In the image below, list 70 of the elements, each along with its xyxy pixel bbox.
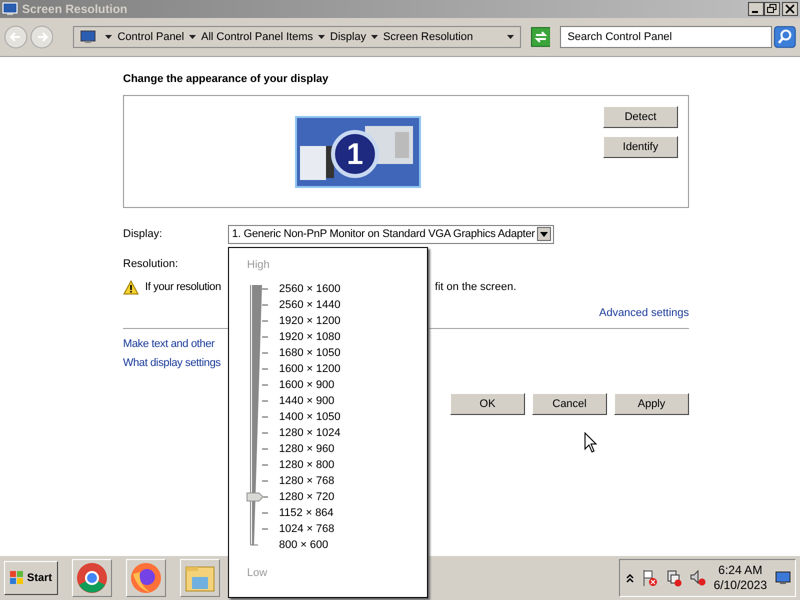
resolution-option[interactable]: 1280 × 960 xyxy=(279,441,340,457)
breadcrumb-item[interactable]: Control Panel xyxy=(117,31,184,43)
caret-icon[interactable] xyxy=(105,35,112,39)
resolution-label: Resolution: xyxy=(123,258,180,270)
caret-icon[interactable] xyxy=(189,35,196,39)
resolution-option[interactable]: 1280 × 768 xyxy=(279,473,340,489)
monitor-drawing[interactable]: 1 xyxy=(295,116,421,188)
monitor-icon xyxy=(80,30,96,44)
display-label: Display: xyxy=(123,228,164,240)
mouse-pointer-icon xyxy=(584,432,597,453)
warning-text: fit on the screen. xyxy=(434,281,516,293)
resolution-option[interactable]: 800 × 600 xyxy=(279,537,340,553)
resolution-option[interactable]: 1600 × 900 xyxy=(279,377,340,393)
resolution-option[interactable]: 2560 × 1440 xyxy=(279,297,340,313)
search-field[interactable]: Search Control Panel xyxy=(560,26,772,48)
restore-button[interactable] xyxy=(764,2,780,16)
resolution-option[interactable]: 1920 × 1200 xyxy=(279,313,340,329)
breadcrumb-item[interactable]: All Control Panel Items xyxy=(201,31,314,43)
help-link[interactable]: Make text and other xyxy=(123,338,215,350)
browser-taskbar-icon[interactable] xyxy=(72,559,112,597)
dialog-button[interactable]: OK xyxy=(450,393,525,415)
resolution-option[interactable]: 2560 × 1600 xyxy=(279,281,340,297)
warning-icon xyxy=(123,280,139,294)
caret-icon[interactable] xyxy=(318,35,326,39)
network-error-icon[interactable] xyxy=(666,569,682,587)
section-heading: Change the appearance of your display xyxy=(123,73,330,87)
start-button[interactable]: Start xyxy=(4,561,58,595)
search-button[interactable] xyxy=(774,26,796,48)
low-label: Low xyxy=(247,567,268,579)
monitor-icon xyxy=(2,2,18,16)
slider-thumb[interactable] xyxy=(246,492,264,502)
resolution-option[interactable]: 1920 × 1080 xyxy=(279,329,340,345)
speaker-muted-icon[interactable] xyxy=(690,569,706,587)
warning-text: If your resolution xyxy=(145,281,221,293)
fox-browser-taskbar-icon[interactable] xyxy=(126,559,166,597)
dialog-button[interactable]: Cancel xyxy=(532,393,607,415)
resolution-option[interactable]: 1024 × 768 xyxy=(279,521,340,537)
show-desktop-icon[interactable] xyxy=(775,571,791,585)
panel-button[interactable]: Detect xyxy=(603,106,678,128)
monitor-number: 1 xyxy=(346,138,364,171)
dialog-button[interactable]: Apply xyxy=(614,393,689,415)
breadcrumb-item[interactable]: Screen Resolution xyxy=(383,31,473,43)
clock[interactable]: 6:24 AM 6/10/2023 xyxy=(714,563,767,593)
resolution-option[interactable]: 1280 × 720 xyxy=(279,489,340,505)
windows-logo-icon xyxy=(10,571,24,585)
address-bar[interactable]: Control Panel All Control Panel Items Display Screen Resolution xyxy=(73,26,521,48)
refresh-button[interactable] xyxy=(530,27,550,47)
clock-date: 6/10/2023 xyxy=(714,578,767,593)
resolution-option[interactable]: 1680 × 1050 xyxy=(279,345,340,361)
window-title: Screen Resolution xyxy=(22,2,128,16)
close-button[interactable] xyxy=(782,2,798,16)
dropdown-arrow-icon[interactable] xyxy=(506,35,514,39)
help-link[interactable]: What display settings xyxy=(123,357,221,369)
high-label: High xyxy=(247,259,271,271)
advanced-settings-link[interactable]: Advanced settings xyxy=(599,307,689,319)
flag-error-icon[interactable] xyxy=(642,569,658,587)
panel-button[interactable]: Identify xyxy=(603,136,678,158)
folder-taskbar-icon[interactable] xyxy=(180,559,220,597)
clock-time: 6:24 AM xyxy=(718,563,762,578)
minimize-button[interactable] xyxy=(748,2,764,16)
resolution-option[interactable]: 1152 × 864 xyxy=(279,505,340,521)
resolution-option[interactable]: 1440 × 900 xyxy=(279,393,340,409)
resolution-option[interactable]: 1280 × 1024 xyxy=(279,425,340,441)
resolution-option[interactable]: 1400 × 1050 xyxy=(279,409,340,425)
resolution-option[interactable]: 1600 × 1200 xyxy=(279,361,340,377)
resolution-option[interactable]: 1280 × 800 xyxy=(279,457,340,473)
display-dropdown[interactable]: 1. Generic Non-PnP Monitor on Standard VGA Graphics Adapter xyxy=(228,224,554,244)
chevron-up-icon[interactable] xyxy=(626,573,634,583)
caret-icon[interactable] xyxy=(371,35,378,39)
breadcrumb-item[interactable]: Display xyxy=(330,31,366,43)
